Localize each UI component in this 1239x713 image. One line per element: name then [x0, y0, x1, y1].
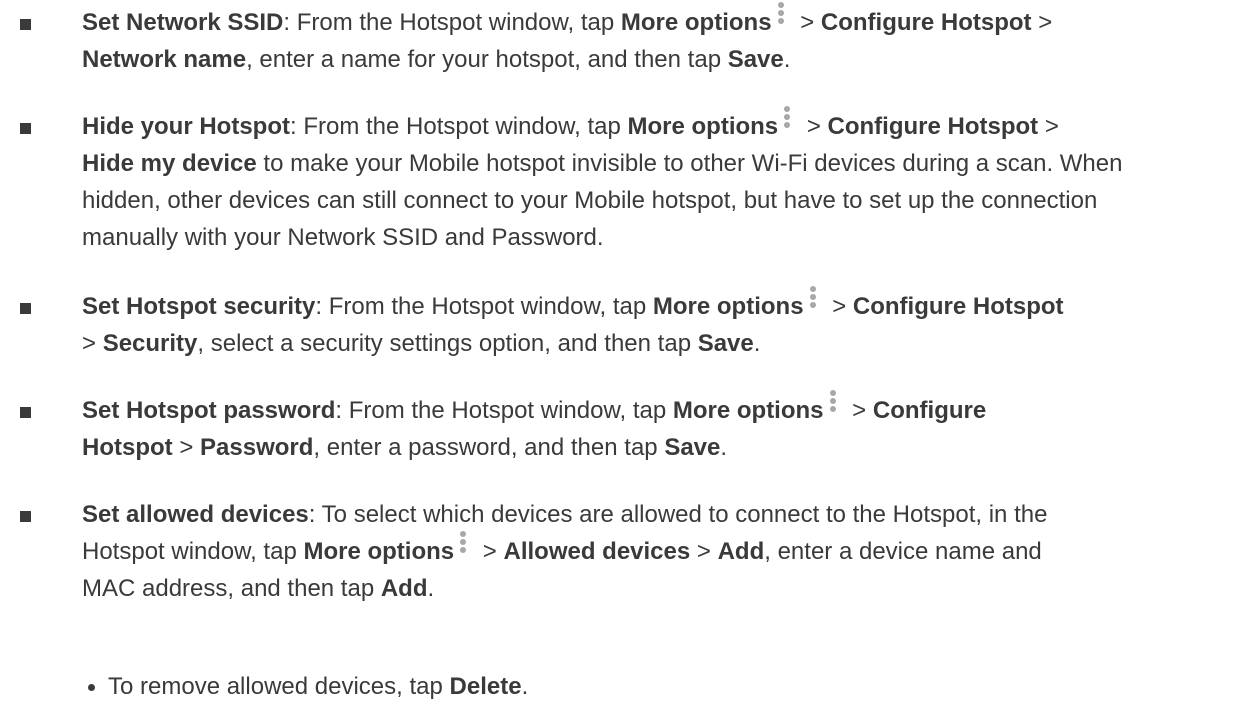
text: .: [521, 673, 529, 700]
line: Hotspot > Password, enter a password, an…: [82, 429, 1227, 466]
text: >: [800, 113, 828, 140]
line: Set Hotspot security: From the Hotspot w…: [82, 286, 1227, 325]
network-name-label: Network name: [82, 46, 247, 73]
line: Set Network SSID: From the Hotspot windo…: [82, 2, 1227, 41]
square-bullet: [20, 511, 31, 522]
square-bullet: [20, 407, 31, 418]
save-label: Save: [664, 434, 721, 461]
text: .: [720, 434, 728, 461]
configure-hotspot-label: Configure Hotspot: [852, 293, 1064, 320]
security-label: Security: [102, 330, 198, 357]
line: To remove allowed devices, tap Delete.: [108, 668, 1208, 705]
item-heading: Hide your Hotspot: [82, 113, 290, 140]
text: , enter a password, and then tap: [313, 434, 665, 461]
line: MAC address, and then tap Add.: [82, 570, 1227, 607]
line: Set Hotspot password: From the Hotspot w…: [82, 390, 1227, 429]
item-heading: Set Network SSID: [82, 9, 284, 36]
text: >: [1031, 9, 1053, 36]
add-label: Add: [717, 538, 765, 565]
more-options-label: More options: [303, 538, 455, 565]
sub-list-item-remove-allowed-devices: To remove allowed devices, tap Delete.: [88, 668, 1208, 705]
save-label: Save: [727, 46, 784, 73]
square-bullet: [20, 19, 31, 30]
text: >: [476, 538, 504, 565]
password-label: Password: [200, 434, 314, 461]
list-item-hide-your-hotspot: Hide your Hotspot: From the Hotspot wind…: [20, 106, 1227, 256]
configure-label: Configure: [872, 397, 987, 424]
list-item-set-hotspot-security: Set Hotspot security: From the Hotspot w…: [20, 286, 1227, 362]
text: To remove allowed devices, tap: [108, 673, 450, 700]
square-bullet: [20, 123, 31, 134]
text: , enter a name for your hotspot, and the…: [246, 46, 728, 73]
more-options-label: More options: [627, 113, 779, 140]
allowed-devices-label: Allowed devices: [503, 538, 691, 565]
text: .: [753, 330, 761, 357]
text: : From the Hotspot window, tap: [283, 9, 621, 36]
text: : From the Hotspot window, tap: [315, 293, 653, 320]
text: , select a security settings option, and…: [197, 330, 698, 357]
list-item-set-allowed-devices: Set allowed devices: To select which dev…: [20, 496, 1227, 607]
add-label: Add: [380, 575, 428, 602]
square-bullet: [20, 303, 31, 314]
item-heading: Set Hotspot security: [82, 293, 316, 320]
more-options-label: More options: [620, 9, 772, 36]
more-options-icon: [775, 2, 787, 32]
text: : To select which devices are allowed to…: [308, 501, 1048, 528]
item-heading: Set Hotspot password: [82, 397, 336, 424]
more-options-icon: [827, 390, 839, 420]
configure-hotspot-label: Configure Hotspot: [820, 9, 1032, 36]
text: >: [82, 330, 103, 357]
line: Set allowed devices: To select which dev…: [82, 496, 1227, 533]
line: Network name, enter a name for your hots…: [82, 41, 1227, 78]
text: >: [825, 293, 853, 320]
text: : From the Hotspot window, tap: [290, 113, 628, 140]
list-item-set-hotspot-password: Set Hotspot password: From the Hotspot w…: [20, 390, 1227, 466]
text: >: [690, 538, 718, 565]
hide-my-device-label: Hide my device: [82, 150, 257, 177]
paragraph: Hide my device to make your Mobile hotsp…: [82, 145, 1182, 256]
text: >: [845, 397, 873, 424]
more-options-icon: [457, 531, 469, 561]
text: >: [172, 434, 201, 461]
configure-hotspot-label: Configure Hotspot: [827, 113, 1039, 140]
round-bullet: [88, 684, 95, 691]
text: MAC address, and then tap: [82, 575, 381, 602]
text: Hotspot window, tap: [82, 538, 304, 565]
list-item-set-network-ssid: Set Network SSID: From the Hotspot windo…: [20, 2, 1227, 78]
text: .: [427, 575, 435, 602]
more-options-icon: [807, 286, 819, 316]
line: Hide your Hotspot: From the Hotspot wind…: [82, 106, 1227, 145]
text: >: [1038, 113, 1059, 140]
text: >: [793, 9, 821, 36]
hotspot-label: Hotspot: [82, 434, 173, 461]
text: , enter a device name and: [764, 538, 1042, 565]
item-heading: Set allowed devices: [82, 501, 309, 528]
save-label: Save: [697, 330, 754, 357]
more-options-icon: [781, 106, 793, 136]
more-options-label: More options: [652, 293, 804, 320]
more-options-label: More options: [672, 397, 824, 424]
text: : From the Hotspot window, tap: [335, 397, 673, 424]
line: > Security, select a security settings o…: [82, 325, 1227, 362]
text: .: [783, 46, 791, 73]
line: Hotspot window, tap More options > Allow…: [82, 531, 1227, 570]
delete-label: Delete: [449, 673, 522, 700]
